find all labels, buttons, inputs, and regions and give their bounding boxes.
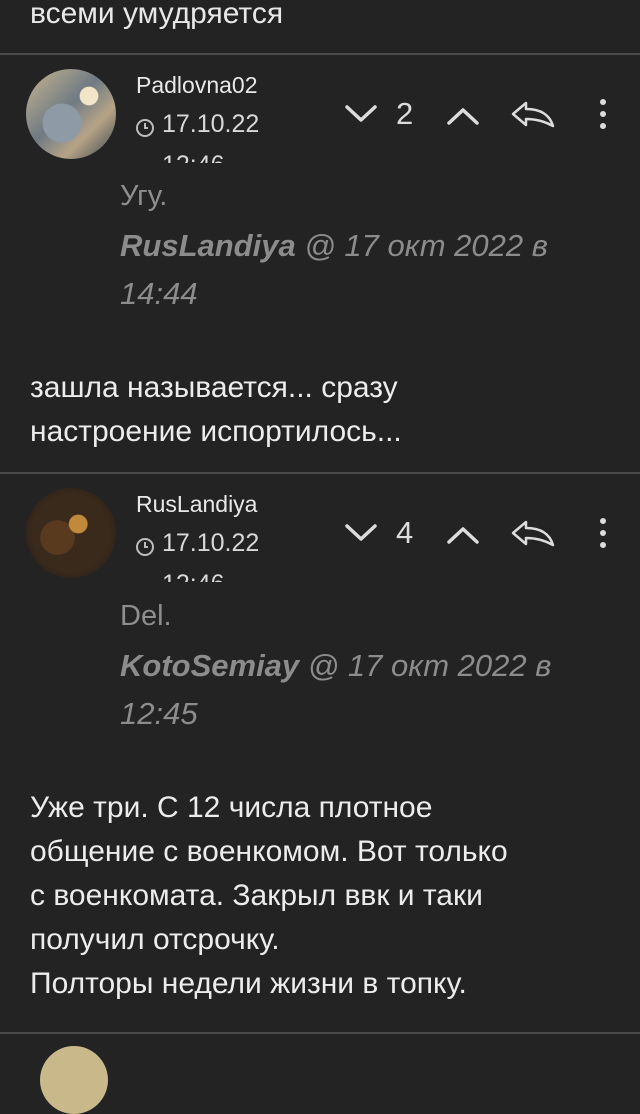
more-vertical-icon[interactable] [596,516,610,550]
comment-date: 17.10.22 [136,110,259,139]
comment-divider [0,472,640,474]
quote-text: Угу. [120,180,168,212]
vote-count: 2 [396,96,414,131]
comment-time-value: 12:46 [162,151,225,163]
comment-date-value: 17.10.22 [162,110,260,138]
comment-username[interactable]: RusLandiya [136,491,257,518]
quote-text: Del. [120,600,172,632]
avatar[interactable] [40,1046,108,1114]
comment-date: 17.10.22 [136,529,259,558]
comment-body-line: с военкомата. Закрыл ввк и таки [30,879,483,912]
quote-reference[interactable]: RusLandiya @ 17 окт 2022 в 14:44 [120,222,600,318]
clock-icon [136,537,154,556]
more-vertical-icon[interactable] [596,97,610,131]
comment-body-line: зашла называется... сразу [30,371,398,404]
chevron-down-icon[interactable] [344,104,378,124]
comment-body-line: настроение испортилось... [30,415,402,448]
comment-body-line: получил отсрочку. [30,923,280,956]
reply-icon[interactable] [510,99,556,129]
comment-body: зашла называется... сразу настроение исп… [30,366,620,454]
comment-time: 12:46 [162,151,225,163]
comment-body-line: Полторы недели жизни в топку. [30,967,467,1000]
comment-username[interactable]: Padlovna02 [136,72,258,99]
quote-reference[interactable]: KotoSemiay @ 17 окт 2022 в 12:45 [120,642,600,738]
vote-count: 4 [396,515,414,550]
chevron-up-icon[interactable] [446,525,480,545]
comment-divider [0,53,640,55]
avatar[interactable] [26,488,116,578]
comment-body: Уже три. С 12 числа плотное общение с во… [30,786,620,1006]
avatar[interactable] [26,69,116,159]
comment-time: 12:46 [162,570,225,582]
reply-icon[interactable] [510,518,556,548]
quote-author[interactable]: RusLandiya [120,228,296,263]
previous-comment-text: всеми умудряется [30,0,284,30]
comment-divider [0,1032,640,1034]
comment-body-line: общение с военкомом. Вот только [30,835,508,868]
comment-date-value: 17.10.22 [162,529,260,557]
clock-icon [136,118,154,137]
chevron-down-icon[interactable] [344,523,378,543]
comment-body-line: Уже три. С 12 числа плотное [30,791,433,824]
comment-time-value: 12:46 [162,570,225,582]
chevron-up-icon[interactable] [446,106,480,126]
quote-author[interactable]: KotoSemiay [120,648,299,683]
